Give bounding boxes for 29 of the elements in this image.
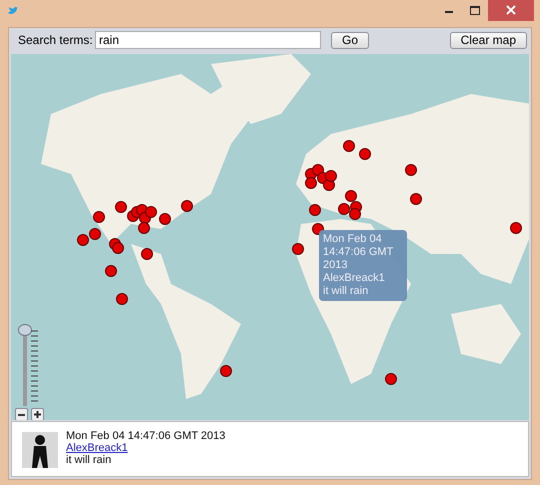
tweet-text: it will rain [66,454,112,466]
zoom-ticks-icon [31,330,39,402]
search-label: Search terms: [18,33,94,47]
tweet-tooltip: Mon Feb 04 14:47:06 GMT 2013 AlexBreack1 it will rain [319,230,407,301]
map-marker[interactable] [159,213,171,225]
map-marker[interactable] [141,248,153,260]
tweet-date: Mon Feb 04 14:47:06 GMT 2013 [66,430,226,442]
close-icon[interactable] [488,0,534,21]
map-marker[interactable] [116,293,128,305]
map-marker[interactable] [105,265,117,277]
map-marker[interactable] [89,228,101,240]
search-field[interactable]: rain [95,31,321,49]
map-marker[interactable] [309,204,321,216]
map-marker[interactable] [220,365,232,377]
clear-map-button[interactable]: Clear map [450,32,527,48]
user-link[interactable]: AlexBreack1 [66,442,226,454]
zoom-in-icon[interactable] [31,408,44,420]
map-marker[interactable] [138,222,150,234]
map-marker[interactable] [181,200,193,212]
zoom-out-icon[interactable] [15,408,28,420]
map-marker[interactable] [385,373,397,385]
bird-icon [8,6,18,14]
map-marker[interactable] [292,243,304,255]
map-marker[interactable] [349,208,361,220]
map-marker[interactable] [112,242,124,254]
map-marker[interactable] [93,211,105,223]
go-button[interactable]: Go [331,32,369,48]
avatar-icon [22,432,58,468]
map-marker[interactable] [77,234,89,246]
